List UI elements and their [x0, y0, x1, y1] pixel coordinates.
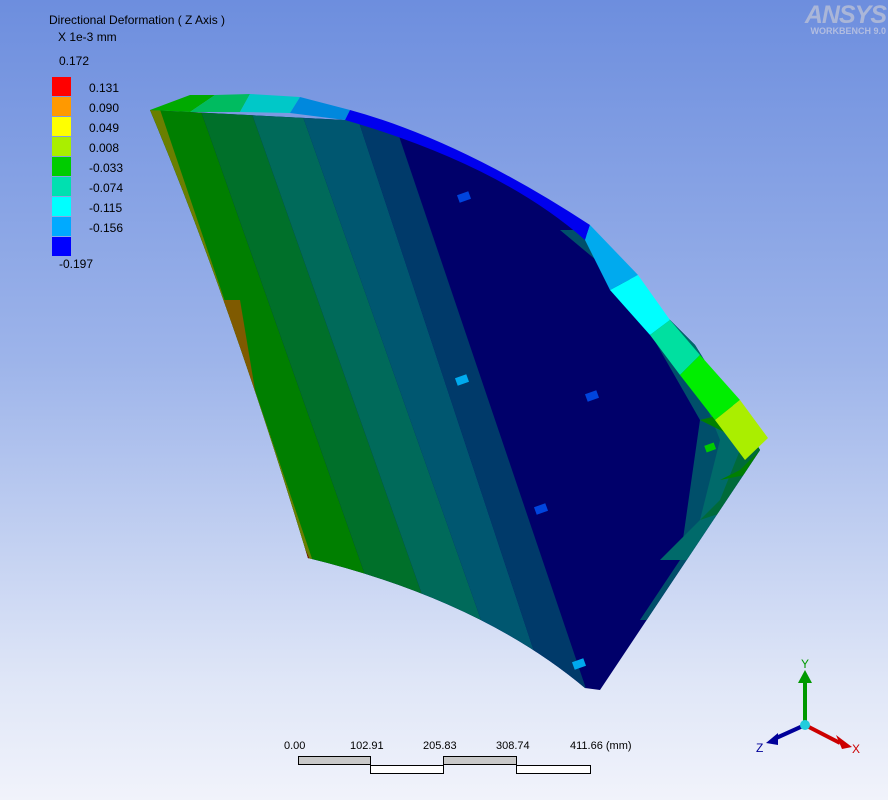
- color-legend: 0.172 0.131 0.090 0.049 0.008 -0.033 -0.…: [49, 53, 169, 278]
- legend-swatch: [52, 197, 71, 216]
- legend-swatch: [52, 157, 71, 176]
- result-title: Directional Deformation ( Z Axis ): [49, 13, 226, 27]
- legend-label: -0.033: [89, 161, 124, 175]
- scale-segment: [298, 756, 371, 765]
- scale-segment: [443, 756, 517, 765]
- ansys-logo: ANSYS WORKBENCH 9.0: [790, 1, 887, 36]
- legend-max: 0.172: [59, 54, 90, 68]
- legend-swatch: [52, 137, 71, 156]
- axis-triad[interactable]: Y X Z: [750, 655, 870, 765]
- scale-tick: 102.91: [350, 740, 384, 752]
- x-axis-label: X: [852, 742, 860, 756]
- contour-bands: [150, 110, 760, 690]
- scale-tick: 411.66 (mm): [570, 740, 632, 752]
- legend-swatch: [52, 97, 71, 116]
- y-axis-label: Y: [801, 657, 809, 671]
- result-units: X 1e-3 mm: [58, 30, 117, 44]
- legend-label: -0.156: [89, 221, 124, 235]
- legend-label: -0.074: [89, 181, 124, 195]
- legend-label: 0.131: [89, 81, 120, 95]
- triad-origin: [800, 720, 810, 730]
- z-axis-label: Z: [756, 741, 763, 755]
- legend-swatch: [52, 217, 71, 236]
- legend-swatch: [52, 77, 71, 96]
- scale-tick: 308.74: [496, 740, 530, 752]
- scale-segment: [516, 765, 591, 774]
- legend-label: -0.115: [89, 201, 123, 215]
- y-axis-head: [798, 670, 812, 683]
- legend-min: -0.197: [59, 257, 94, 271]
- scale-tick: 0.00: [284, 740, 306, 752]
- legend-label: 0.049: [89, 121, 120, 135]
- scale-bar: 0.00 102.91 205.83 308.74 411.66 (mm): [280, 738, 660, 788]
- scale-tick: 205.83: [423, 740, 457, 752]
- scale-segment: [370, 765, 444, 774]
- legend-swatch: [52, 237, 71, 256]
- x-axis-arrow: [804, 723, 841, 745]
- legend-label: 0.090: [89, 101, 120, 115]
- legend-swatch: [52, 117, 71, 136]
- logo-brand: ANSYS: [804, 1, 887, 29]
- legend-swatch: [52, 177, 71, 196]
- z-axis-head: [766, 733, 778, 745]
- legend-label: 0.008: [89, 141, 120, 155]
- graphics-viewport[interactable]: Directional Deformation ( Z Axis ) X 1e-…: [0, 0, 888, 800]
- z-axis-arrow: [773, 723, 806, 741]
